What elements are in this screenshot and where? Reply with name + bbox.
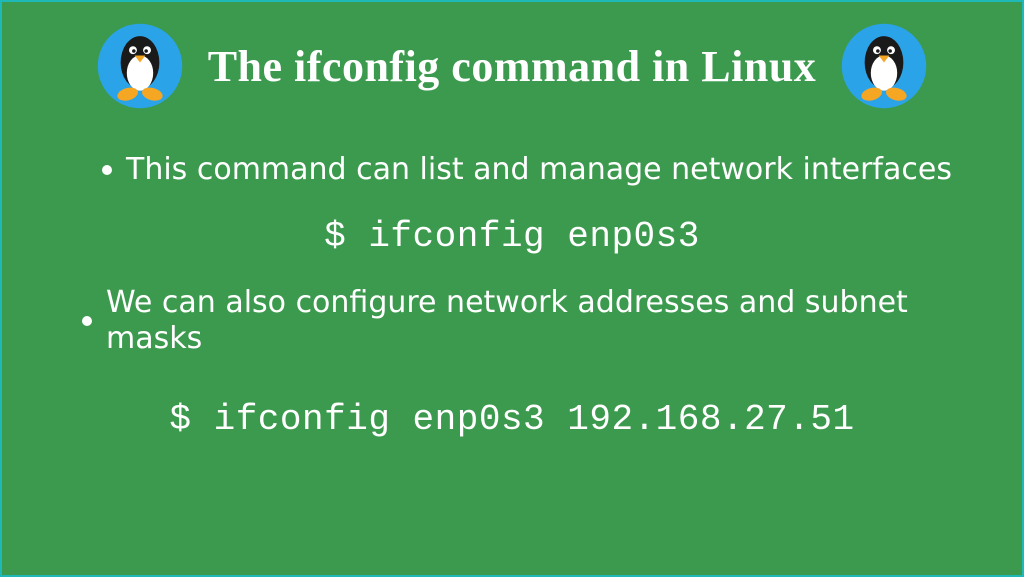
header: The ifconfig command in Linux [2,2,1022,120]
command-example: $ ifconfig enp0s3 192.168.27.51 [42,399,982,440]
bullet-item: This command can list and manage network… [42,152,982,188]
command-example: $ ifconfig enp0s3 [42,216,982,257]
bullet-dot-icon [102,165,112,175]
tux-icon [96,22,184,110]
page-title: The ifconfig command in Linux [208,41,817,92]
bullet-dot-icon [82,316,92,326]
bullet-text: We can also configure network addresses … [106,285,982,357]
content-area: This command can list and manage network… [2,120,1022,440]
bullet-item: We can also configure network addresses … [42,285,982,357]
tux-icon [840,22,928,110]
bullet-text: This command can list and manage network… [126,152,952,188]
